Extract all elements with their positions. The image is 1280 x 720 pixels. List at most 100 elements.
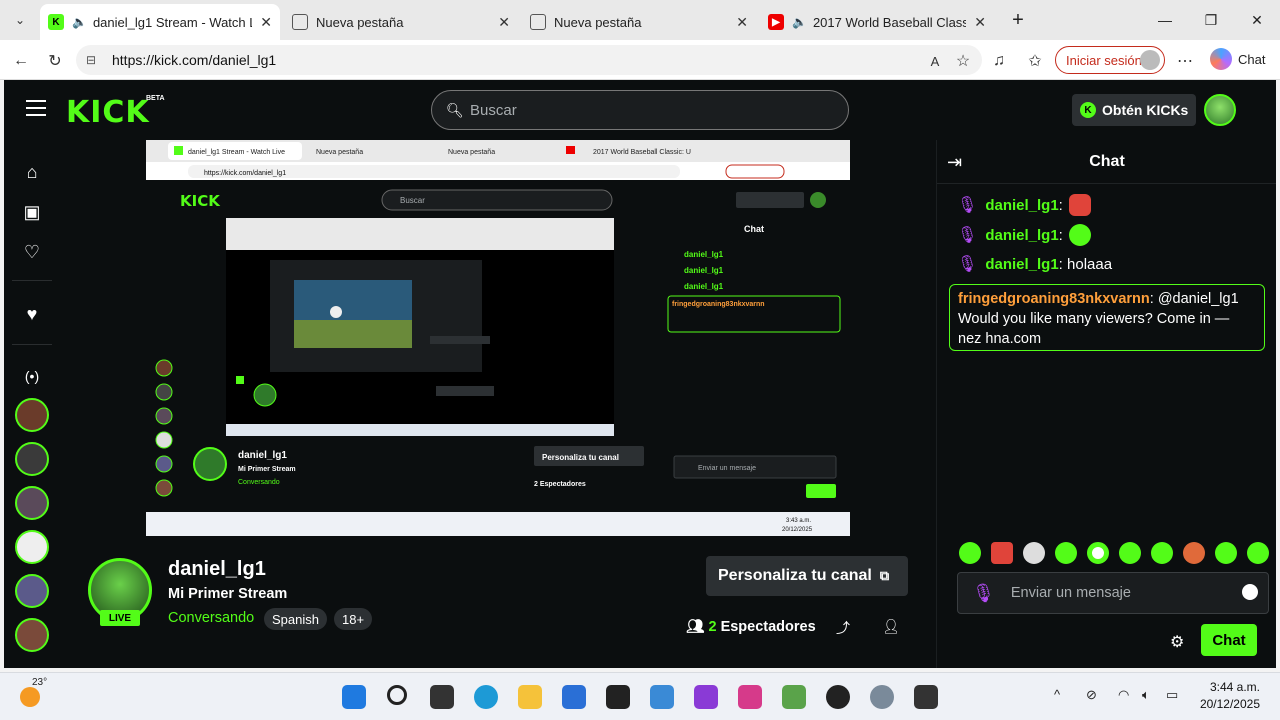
get-kicks-button[interactable]: K Obtén KICKs [1072,94,1196,126]
viewers-label: Espectadores [720,619,816,635]
followed-channels-icon[interactable]: ♥ [20,302,44,326]
tab-youtube[interactable]: ▶ 🔈 2017 World Baseball Classic: U ✕ [760,4,994,40]
chat-username[interactable]: fringedgroaning83nkxvarnn [958,291,1150,307]
channel-name[interactable]: daniel_lg1 [168,558,266,581]
chat-username[interactable]: daniel_lg1 [985,256,1058,273]
app-icon[interactable] [694,685,718,709]
sidebar-channel-avatar[interactable] [15,486,49,520]
emote-icon[interactable] [1087,542,1109,564]
tab-kick[interactable]: K 🔈 daniel_lg1 Stream - Watch Live ✕ [40,4,280,40]
home-icon[interactable]: ⌂ [20,160,44,184]
menu-icon[interactable] [26,100,46,116]
wifi-icon[interactable]: ◠ [1118,687,1129,703]
category-link[interactable]: Conversando [168,610,254,626]
sidebar-channel-avatar[interactable] [15,398,49,432]
file-explorer-icon[interactable] [518,685,542,709]
send-chat-button[interactable]: Chat [1201,624,1257,656]
new-tab-icon [292,14,308,30]
customize-channel-button[interactable]: Personaliza tu canal ⧉ [706,556,908,596]
chat-message-input[interactable]: 🎙︎ Enviar un mensaje [957,572,1269,614]
search-input[interactable]: 🔍︎ Buscar [431,90,849,130]
site-info-icon[interactable]: ⊟ [86,53,102,67]
emote-icon[interactable] [959,542,981,564]
sidebar-channel-avatar[interactable] [15,442,49,476]
store-icon[interactable] [562,685,586,709]
new-tab-button[interactable]: + [1003,8,1033,32]
restore-button[interactable]: ❐ [1196,8,1226,32]
tray-chevron-icon[interactable]: ^ [1054,687,1060,702]
app-icon[interactable] [606,685,630,709]
signin-button[interactable]: Iniciar sesión [1055,46,1165,74]
chat-panel: ⇥ Chat 🎙︎ daniel_lg1: 🎙︎ daniel_lg1: 🎙︎ … [936,140,1276,668]
chat-username[interactable]: daniel_lg1 [985,197,1058,214]
close-window-button[interactable]: ✕ [1242,8,1272,32]
minimize-button[interactable]: — [1150,8,1180,32]
tag-age[interactable]: 18+ [334,608,373,630]
chat-title: Chat [1089,153,1125,170]
close-tab-icon[interactable]: ✕ [260,14,272,31]
tag-language[interactable]: Spanish [264,608,327,630]
chat-settings-icon[interactable]: ⚙ [1170,632,1184,652]
app-icon[interactable] [782,685,806,709]
chat-username[interactable]: daniel_lg1 [985,227,1058,244]
user-avatar[interactable] [1204,94,1236,126]
extensions-icon[interactable]: ♫ [986,48,1012,74]
nested-viewers: 2 Espectadores [534,481,586,488]
share-icon[interactable]: ⤴ [836,618,850,638]
emote-icon[interactable] [1055,542,1077,564]
kick-logo[interactable]: KICK [66,95,150,130]
live-channels-icon[interactable]: (•) [20,364,44,388]
chat-message-text: holaaa [1067,255,1113,273]
task-view-icon[interactable] [430,685,454,709]
photos-icon[interactable] [650,685,674,709]
tab-new-1[interactable]: Nueva pestaña ✕ [284,4,518,40]
close-tab-icon[interactable]: ✕ [736,14,748,31]
edge-icon[interactable] [474,685,498,709]
tab-new-2[interactable]: Nueva pestaña ✕ [522,4,756,40]
emoji-picker-icon[interactable] [1242,584,1258,600]
more-menu-icon[interactable]: ⋯ [1172,48,1198,74]
close-tab-icon[interactable]: ✕ [498,14,510,31]
app-icon[interactable] [826,685,850,709]
emote-icon[interactable] [1183,542,1205,564]
get-kicks-label: Obtén KICKs [1102,102,1189,118]
video-player[interactable]: daniel_lg1 Stream - Watch Live Nueva pes… [146,140,850,536]
read-aloud-icon[interactable]: A [922,48,948,74]
weather-widget[interactable]: 23° [20,677,47,707]
nested-highlight-user: fringedgroaning83nkxvarnn [672,301,765,308]
emote-icon[interactable] [1247,542,1269,564]
battery-icon[interactable]: ▭ [1166,687,1178,703]
favorite-star-icon[interactable]: ☆ [950,48,976,74]
volume-icon[interactable]: 🔈︎ [1142,687,1150,703]
sidebar-channel-avatar[interactable] [15,618,49,652]
emote-icon[interactable] [1023,542,1045,564]
sidebar-channel-avatar[interactable] [15,530,49,564]
settings-icon[interactable] [870,685,894,709]
close-tab-icon[interactable]: ✕ [974,14,986,31]
emote-icon[interactable] [1215,542,1237,564]
clock[interactable]: 3:44 a.m. 20/12/2025 [1180,679,1260,713]
follow-icon[interactable]: 👤︎ [882,618,900,635]
clock-date: 20/12/2025 [1199,697,1260,711]
reload-button[interactable]: ↻ [42,48,68,74]
favorites-icon[interactable]: ✩ [1022,48,1048,74]
copilot-button[interactable]: Chat [1210,48,1265,70]
nested-channel-name: daniel_lg1 [238,450,287,461]
url-field[interactable]: ⊟ https://kick.com/daniel_lg1 [76,45,982,75]
browse-icon[interactable]: ▣ [20,200,44,224]
instagram-icon[interactable] [738,685,762,709]
emote-icon[interactable] [991,542,1013,564]
app-icon[interactable] [914,685,938,709]
back-button[interactable]: ← [8,48,34,74]
sidebar-channel-avatar[interactable] [15,574,49,608]
search-icon[interactable] [387,685,407,705]
network-off-icon[interactable]: ⊘ [1086,687,1097,703]
profile-avatar [1140,50,1160,70]
start-icon[interactable] [342,685,366,709]
following-icon[interactable]: ♡ [20,240,44,264]
emote-icon[interactable] [1119,542,1141,564]
tab-actions-button[interactable]: ⌄ [6,6,34,34]
search-icon: 🔍︎ [446,101,464,118]
emote-icon[interactable] [1151,542,1173,564]
nested-tab-title: 2017 World Baseball Classic: U [593,149,691,156]
